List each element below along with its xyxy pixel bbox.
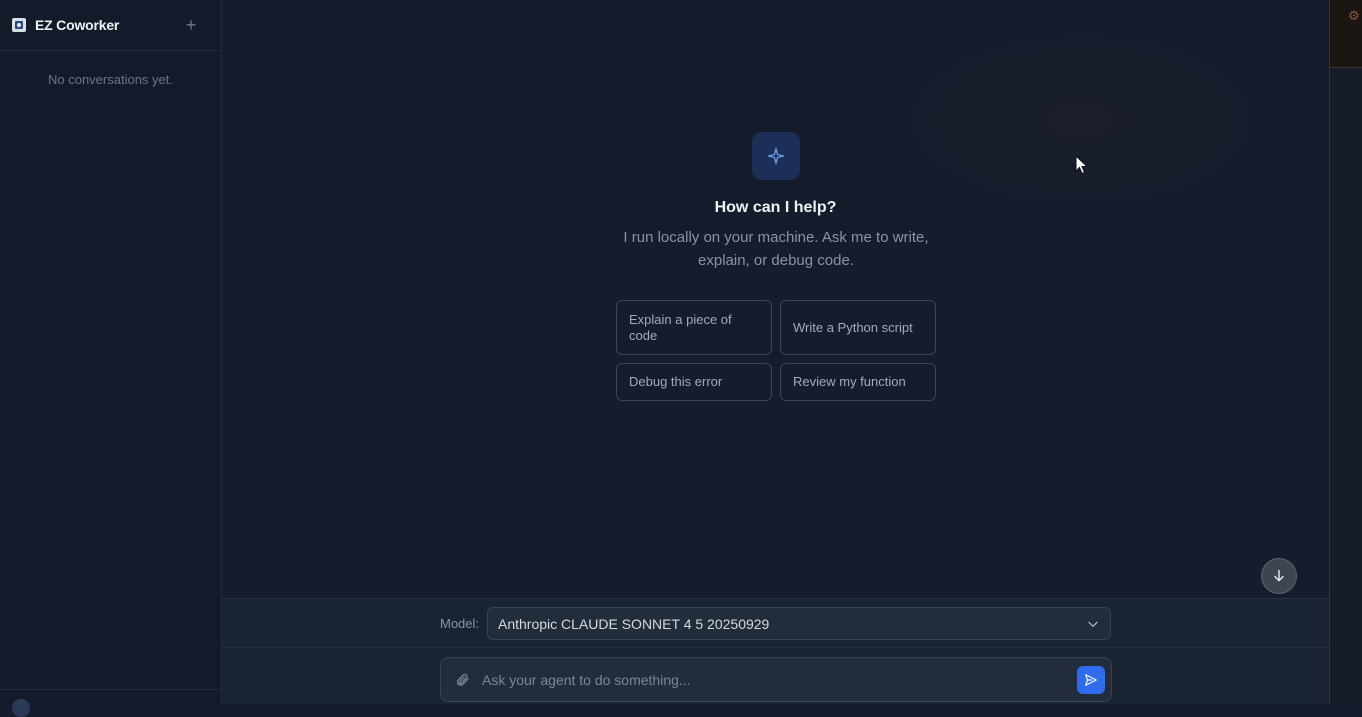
model-label: Model: (440, 616, 480, 631)
new-conversation-button[interactable]: + (181, 15, 201, 35)
welcome-title: How can I help? (714, 199, 837, 216)
scroll-to-bottom-button[interactable] (1261, 558, 1297, 594)
app-title: EZ Coworker (35, 17, 120, 33)
paperclip-icon[interactable] (455, 672, 470, 687)
suggestion-explain-code[interactable]: Explain a piece of code (616, 300, 772, 355)
message-input[interactable] (480, 670, 1077, 689)
sidebar-footer (0, 689, 222, 717)
sparkle-icon (752, 132, 800, 180)
chevron-down-icon (1088, 621, 1098, 627)
composer (440, 657, 1112, 702)
model-bar: Model: Anthropic CLAUDE SONNET 4 5 20250… (222, 598, 1329, 648)
send-button[interactable] (1077, 665, 1105, 694)
arrow-down-icon (1274, 569, 1284, 582)
right-panel-header: ⚙ (1330, 0, 1362, 68)
sidebar-header: EZ Coworker + (0, 0, 221, 51)
model-select[interactable]: Anthropic CLAUDE SONNET 4 5 20250929 (487, 607, 1111, 640)
suggestion-write-python[interactable]: Write a Python script (780, 300, 936, 355)
suggestion-debug-error[interactable]: Debug this error (616, 363, 772, 401)
mouse-cursor-icon (1075, 155, 1089, 175)
gear-icon[interactable]: ⚙ (1348, 9, 1360, 22)
right-panel: ⚙ (1329, 0, 1362, 704)
app-logo-icon (12, 18, 26, 32)
chat-main: How can I help? I run locally on your ma… (222, 0, 1329, 704)
send-icon (1085, 673, 1097, 686)
composer-bar (222, 648, 1329, 704)
conversations-empty-text: No conversations yet. (47, 72, 173, 87)
sidebar: EZ Coworker + No conversations yet. (0, 0, 222, 717)
avatar[interactable] (12, 699, 30, 717)
model-selected-value: Anthropic CLAUDE SONNET 4 5 20250929 (498, 615, 770, 632)
welcome-subtitle: I run locally on your machine. Ask me to… (623, 229, 929, 269)
suggestion-review-function[interactable]: Review my function (780, 363, 936, 401)
